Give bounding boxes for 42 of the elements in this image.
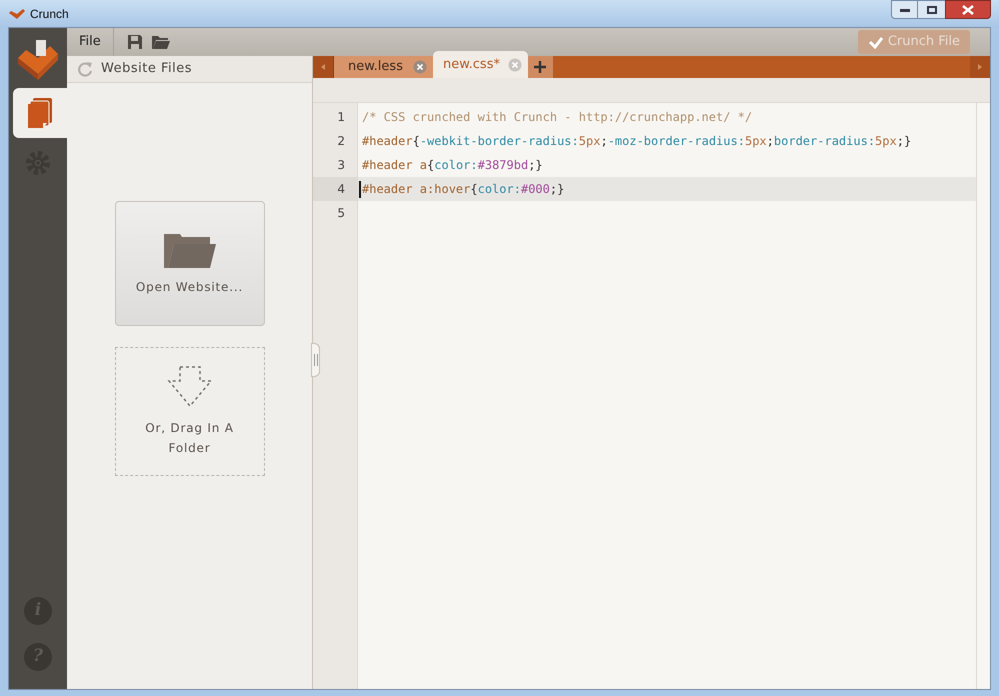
- add-tab-button[interactable]: [528, 56, 553, 78]
- left-arrow-icon: [321, 64, 325, 70]
- drop-zone[interactable]: Or, Drag In A Folder: [114, 347, 264, 476]
- documents-icon: [27, 97, 53, 129]
- drop-zone-label: Or, Drag In A Folder: [144, 420, 235, 456]
- window-title: Crunch: [30, 6, 69, 22]
- scroll-right-button[interactable]: [970, 56, 990, 78]
- close-icon: [962, 4, 974, 14]
- close-icon[interactable]: [412, 60, 427, 74]
- line-number: 1: [336, 109, 346, 126]
- maximize-icon: [926, 6, 936, 14]
- file-tab[interactable]: new.less: [333, 56, 433, 78]
- panel-title: Website Files: [101, 60, 192, 78]
- scroll-left-button[interactable]: [313, 56, 333, 78]
- right-arrow-icon: [978, 64, 982, 70]
- save-icon[interactable]: [126, 34, 143, 50]
- file-tab[interactable]: new.css*: [432, 51, 528, 78]
- text-cursor: [359, 180, 361, 198]
- line-number: 5: [336, 205, 346, 222]
- resize-handle[interactable]: [311, 343, 320, 377]
- code-line: #header{-webkit-border-radius:5px;-moz-border-radius:5px;border-radius:5px;}: [362, 133, 912, 150]
- plus-icon: [534, 61, 546, 73]
- refresh-icon[interactable]: [77, 61, 93, 77]
- code-line: #header a:hover{color:#000;}: [362, 181, 564, 198]
- folder-icon[interactable]: [150, 34, 171, 50]
- open-website-button[interactable]: Open Website...: [114, 201, 264, 326]
- code-line: #header a{color:#3879bd;}: [362, 157, 543, 174]
- down-arrow-icon: [166, 366, 212, 408]
- app-logo-icon: [8, 6, 26, 20]
- close-button[interactable]: [945, 0, 991, 19]
- minimize-button[interactable]: [891, 0, 918, 19]
- check-icon: [868, 35, 884, 49]
- line-number: 4: [313, 177, 357, 201]
- maximize-button[interactable]: [918, 0, 945, 19]
- sidebar-tab[interactable]: [13, 88, 67, 138]
- line-number: 3: [336, 157, 346, 174]
- close-icon[interactable]: [508, 58, 522, 72]
- minimize-icon: [900, 8, 910, 12]
- settings-icon: [25, 150, 51, 176]
- line-number: 2: [336, 133, 346, 150]
- folder-icon: [164, 232, 216, 268]
- code-line: /* CSS crunched with Crunch - http://crunchapp.net/ */: [362, 109, 752, 126]
